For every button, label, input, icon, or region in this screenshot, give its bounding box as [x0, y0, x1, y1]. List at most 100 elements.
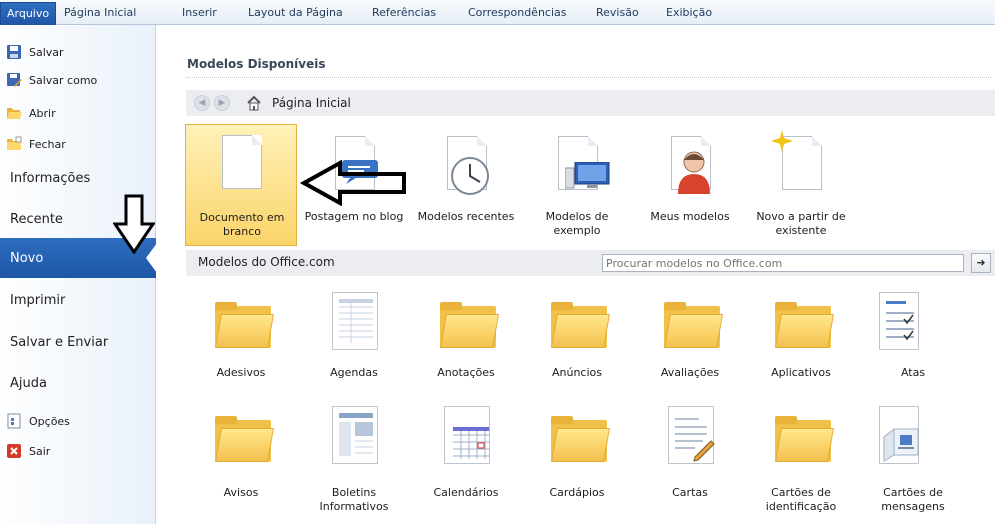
category-avaliacoes[interactable]: Avaliações [634, 288, 746, 392]
category-label: Avaliações [660, 366, 720, 379]
folder-icon [551, 302, 610, 348]
section-divider [186, 77, 991, 78]
category-label: Cartões de identificação [765, 486, 837, 513]
category-anuncios[interactable]: Anúncios [521, 288, 633, 392]
monitor-icon [565, 162, 610, 189]
category-atas[interactable]: Atas [857, 288, 969, 392]
nav-close[interactable]: Fechar [6, 133, 66, 155]
nav-recent[interactable]: Recente [10, 211, 63, 229]
nav-save-label: Salvar [29, 45, 64, 59]
tab-referencias[interactable]: Referências [366, 4, 442, 24]
template-new-from-existing[interactable]: Novo a partir de existente [745, 124, 857, 246]
folder-icon [215, 302, 274, 348]
left-arrow-annotation [300, 160, 406, 206]
tab-layout-da-pagina[interactable]: Layout da Página [242, 4, 349, 24]
nav-open-label: Abrir [29, 106, 56, 120]
nav-save[interactable]: Salvar [6, 41, 64, 63]
category-label: Boletins Informativos [319, 486, 389, 513]
search-go-button[interactable]: ➜ [971, 253, 991, 273]
category-cardapios[interactable]: Cardápios [521, 402, 633, 506]
options-icon [6, 413, 22, 429]
tab-inserir[interactable]: Inserir [176, 4, 223, 24]
category-label: Cartas [672, 486, 708, 499]
category-aplicativos[interactable]: Aplicativos [745, 288, 857, 392]
template-blank-document[interactable]: Documento em branco [185, 124, 297, 246]
template-label: Meus modelos [650, 210, 730, 223]
nav-exit[interactable]: Sair [6, 440, 50, 462]
sparkle-icon [771, 130, 793, 152]
tab-correspondencias[interactable]: Correspondências [462, 4, 573, 24]
category-calendarios[interactable]: Calendários [410, 402, 522, 506]
category-label: Aplicativos [771, 366, 831, 379]
save-icon [6, 44, 22, 60]
category-boletins-informativos[interactable]: Boletins Informativos [298, 402, 410, 513]
category-label: Cartões de mensagens [881, 486, 945, 513]
template-label: Documento em branco [199, 211, 285, 238]
down-arrow-annotation [113, 194, 155, 254]
folder-icon [775, 416, 834, 462]
back-arrow-icon[interactable]: ◀ [194, 95, 210, 111]
folder-icon [551, 416, 610, 462]
forward-arrow-icon[interactable]: ▶ [214, 95, 230, 111]
folder-icon [775, 302, 834, 348]
category-label: Agendas [330, 366, 378, 379]
office-templates-title: Modelos do Office.com [198, 255, 335, 269]
breadcrumb: ◀ ▶ Página Inicial [186, 90, 995, 116]
category-agendas[interactable]: Agendas [298, 288, 410, 392]
category-anotacoes[interactable]: Anotações [410, 288, 522, 392]
word-backstage-window: Arquivo Página Inicial Inserir Layout da… [0, 0, 995, 524]
tab-arquivo[interactable]: Arquivo [0, 2, 57, 25]
section-title: Modelos Disponíveis [187, 57, 326, 71]
template-label: Postagem no blog [304, 210, 404, 223]
category-avisos[interactable]: Avisos [185, 402, 297, 506]
folder-icon [440, 302, 499, 348]
nav-new-label: Novo [10, 251, 44, 266]
ribbon-tab-bar: Arquivo Página Inicial Inserir Layout da… [0, 0, 995, 25]
agenda-document-icon [332, 292, 378, 350]
nav-options-label: Opções [29, 414, 70, 428]
nav-info[interactable]: Informações [10, 170, 90, 188]
calendar-document-icon [444, 406, 490, 464]
save-as-icon [6, 72, 22, 88]
tab-revisao[interactable]: Revisão [590, 4, 645, 24]
template-label: Novo a partir de existente [756, 210, 846, 237]
exit-icon [6, 443, 22, 459]
minutes-document-icon [879, 292, 919, 350]
category-label: Adesivos [216, 366, 266, 379]
open-folder-icon [6, 105, 22, 121]
tab-pagina-inicial[interactable]: Página Inicial [58, 4, 142, 24]
folder-icon [215, 416, 274, 462]
search-office-templates-input[interactable] [602, 254, 964, 272]
nav-save-as[interactable]: Salvar como [6, 69, 97, 91]
category-cartoes-de-identificacao[interactable]: Cartões de identificação [745, 402, 857, 513]
category-label: Anúncios [551, 366, 602, 379]
category-cartas[interactable]: Cartas [634, 402, 746, 506]
category-adesivos[interactable]: Adesivos [185, 288, 297, 392]
newsletter-document-icon [332, 406, 378, 464]
tab-exibicao[interactable]: Exibição [660, 4, 718, 24]
folder-icon [664, 302, 723, 348]
nav-close-label: Fechar [29, 137, 66, 151]
home-icon[interactable] [246, 95, 262, 111]
template-my-templates[interactable]: Meus modelos [634, 124, 746, 246]
category-label: Anotações [437, 366, 495, 379]
breadcrumb-label[interactable]: Página Inicial [272, 96, 351, 110]
template-samples[interactable]: Modelos de exemplo [521, 124, 633, 246]
nav-save-as-label: Salvar como [29, 73, 98, 87]
greeting-card-document-icon [879, 406, 919, 464]
nav-print[interactable]: Imprimir [10, 292, 65, 310]
nav-save-send[interactable]: Salvar e Enviar [10, 334, 108, 352]
nav-exit-label: Sair [29, 444, 51, 458]
category-label: Cardápios [549, 486, 605, 499]
clock-icon [451, 157, 489, 195]
template-recent[interactable]: Modelos recentes [410, 124, 522, 246]
category-label: Calendários [433, 486, 499, 499]
category-cartoes-de-mensagens[interactable]: Cartões de mensagens [857, 402, 969, 513]
person-icon [678, 151, 710, 194]
nav-help[interactable]: Ajuda [10, 375, 47, 393]
nav-open[interactable]: Abrir [6, 102, 56, 124]
close-folder-icon [6, 136, 22, 152]
template-label: Modelos recentes [417, 210, 515, 223]
nav-options[interactable]: Opções [6, 410, 70, 432]
letter-document-icon [668, 406, 715, 464]
